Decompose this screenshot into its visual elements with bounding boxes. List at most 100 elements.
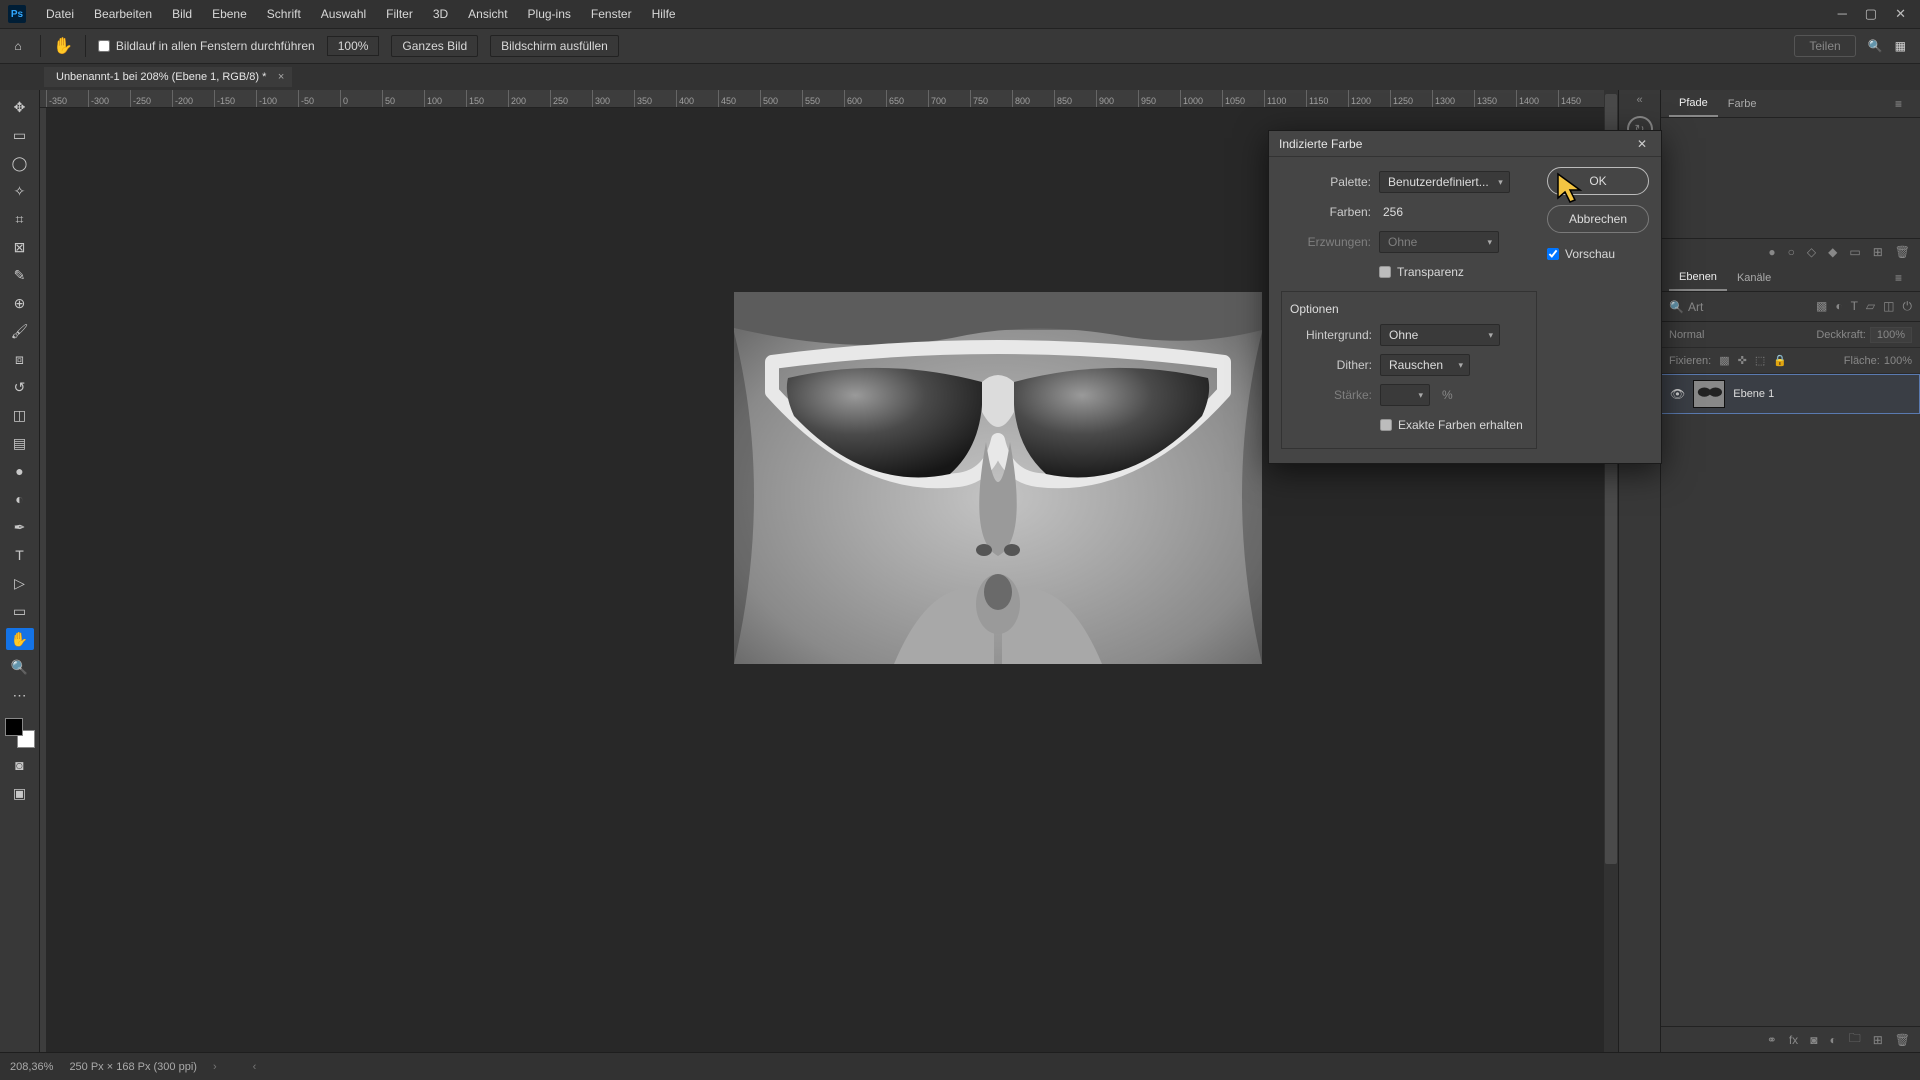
lock-pixels-icon[interactable]: ▩ xyxy=(1719,354,1729,367)
make-workpath-icon[interactable]: ◆ xyxy=(1828,245,1837,259)
crop-tool-icon[interactable]: ⌗ xyxy=(6,208,34,230)
lock-position-icon[interactable]: ✜ xyxy=(1738,354,1747,367)
menu-ansicht[interactable]: Ansicht xyxy=(458,1,517,27)
hand-tool-icon[interactable]: ✋ xyxy=(6,628,34,650)
eyedropper-tool-icon[interactable]: ✎ xyxy=(6,264,34,286)
tab-channels[interactable]: Kanäle xyxy=(1727,266,1781,290)
close-icon[interactable]: ✕ xyxy=(1633,135,1651,153)
frame-tool-icon[interactable]: ⊠ xyxy=(6,236,34,258)
fill-path-icon[interactable]: ● xyxy=(1768,245,1775,259)
preview-checkbox[interactable]: Vorschau xyxy=(1547,247,1649,261)
menu-filter[interactable]: Filter xyxy=(376,1,423,27)
close-icon[interactable]: ✕ xyxy=(1895,6,1906,22)
mask-icon[interactable]: ▭ xyxy=(1849,245,1860,259)
doc-info[interactable]: 250 Px × 168 Px (300 ppi) xyxy=(69,1061,197,1073)
share-button[interactable]: Teilen xyxy=(1794,35,1855,57)
layer-filter-type[interactable]: 🔍 Art xyxy=(1669,300,1703,314)
menu-fenster[interactable]: Fenster xyxy=(581,1,642,27)
menu-ebene[interactable]: Ebene xyxy=(202,1,257,27)
fill-screen-button[interactable]: Bildschirm ausfüllen xyxy=(490,35,619,57)
layer-row[interactable]: 👁 Ebene 1 xyxy=(1661,374,1920,414)
fill-value[interactable]: 100% xyxy=(1884,355,1912,367)
tab-color[interactable]: Farbe xyxy=(1718,92,1767,116)
lock-artboard-icon[interactable]: ⬚ xyxy=(1755,354,1765,367)
link-layers-icon[interactable]: ⚭ xyxy=(1767,1033,1777,1047)
lasso-tool-icon[interactable]: ◯ xyxy=(6,152,34,174)
eraser-tool-icon[interactable]: ◫ xyxy=(6,404,34,426)
adjustment-icon[interactable]: ◐ xyxy=(1829,1033,1836,1047)
doc-info-menu-icon[interactable]: › xyxy=(213,1061,217,1073)
search-icon[interactable]: 🔍 xyxy=(1868,39,1883,53)
dither-select[interactable]: Rauschen xyxy=(1380,354,1470,376)
filter-shape-icon[interactable]: ▱ xyxy=(1866,299,1875,314)
history-brush-tool-icon[interactable]: ↺ xyxy=(6,376,34,398)
scroll-left-icon[interactable]: ‹ xyxy=(253,1061,257,1073)
tab-paths[interactable]: Pfade xyxy=(1669,91,1718,117)
gradient-tool-icon[interactable]: ▤ xyxy=(6,432,34,454)
scroll-all-checkbox[interactable]: Bildlauf in allen Fenstern durchführen xyxy=(98,39,315,53)
panel-menu-icon[interactable]: ≡ xyxy=(1885,265,1912,291)
menu-hilfe[interactable]: Hilfe xyxy=(642,1,686,27)
colors-value[interactable]: 256 xyxy=(1379,205,1403,219)
dodge-tool-icon[interactable]: ◐ xyxy=(6,488,34,510)
color-swatches[interactable] xyxy=(5,718,35,748)
zoom-value[interactable]: 100% xyxy=(327,36,380,56)
menu-auswahl[interactable]: Auswahl xyxy=(311,1,376,27)
palette-select[interactable]: Benutzerdefiniert... xyxy=(1379,171,1510,193)
delete-path-icon[interactable]: 🗑 xyxy=(1895,245,1910,259)
background-select[interactable]: Ohne xyxy=(1380,324,1500,346)
filter-smart-icon[interactable]: ◫ xyxy=(1883,299,1894,314)
zoom-status[interactable]: 208,36% xyxy=(10,1061,53,1073)
dialog-title-bar[interactable]: Indizierte Farbe ✕ xyxy=(1269,131,1661,157)
new-path-icon[interactable]: ⊞ xyxy=(1873,245,1883,259)
expand-panels-icon[interactable]: « xyxy=(1636,94,1642,106)
tab-layers[interactable]: Ebenen xyxy=(1669,265,1727,291)
close-tab-icon[interactable]: × xyxy=(278,71,284,83)
panel-menu-icon[interactable]: ≡ xyxy=(1885,91,1912,117)
load-selection-icon[interactable]: ◇ xyxy=(1807,245,1816,259)
type-tool-icon[interactable]: T xyxy=(6,544,34,566)
group-icon[interactable]: 🗀 xyxy=(1849,1029,1861,1050)
lock-all-icon[interactable]: 🔒 xyxy=(1773,354,1787,367)
marquee-tool-icon[interactable]: ▭ xyxy=(6,124,34,146)
mask-icon[interactable]: ◙ xyxy=(1810,1033,1817,1047)
ok-button[interactable]: OK xyxy=(1547,167,1649,195)
edit-toolbar-icon[interactable]: ⋯ xyxy=(6,684,34,706)
minimize-icon[interactable]: ─ xyxy=(1838,6,1847,22)
path-select-tool-icon[interactable]: ▷ xyxy=(6,572,34,594)
layer-thumbnail[interactable] xyxy=(1693,380,1725,408)
menu-3d[interactable]: 3D xyxy=(423,1,458,27)
filter-pixel-icon[interactable]: ▩ xyxy=(1816,299,1827,314)
cancel-button[interactable]: Abbrechen xyxy=(1547,205,1649,233)
move-tool-icon[interactable]: ✥ xyxy=(6,96,34,118)
menu-bearbeiten[interactable]: Bearbeiten xyxy=(84,1,162,27)
pen-tool-icon[interactable]: ✒ xyxy=(6,516,34,538)
blur-tool-icon[interactable]: ● xyxy=(6,460,34,482)
filter-toggle-icon[interactable]: ⏻ xyxy=(1903,299,1913,314)
wand-tool-icon[interactable]: ✧ xyxy=(6,180,34,202)
delete-layer-icon[interactable]: 🗑 xyxy=(1895,1033,1910,1047)
maximize-icon[interactable]: ▢ xyxy=(1865,6,1877,22)
fx-icon[interactable]: fx xyxy=(1789,1033,1798,1047)
home-icon[interactable]: ⌂ xyxy=(8,36,28,56)
menu-schrift[interactable]: Schrift xyxy=(257,1,311,27)
menu-plug-ins[interactable]: Plug-ins xyxy=(518,1,581,27)
shape-tool-icon[interactable]: ▭ xyxy=(6,600,34,622)
blend-mode-select[interactable]: Normal xyxy=(1669,329,1704,341)
document-tab[interactable]: Unbenannt-1 bei 208% (Ebene 1, RGB/8) * … xyxy=(44,67,292,87)
heal-tool-icon[interactable]: ⊕ xyxy=(6,292,34,314)
new-layer-icon[interactable]: ⊞ xyxy=(1873,1033,1883,1047)
stroke-path-icon[interactable]: ○ xyxy=(1788,245,1795,259)
menu-bild[interactable]: Bild xyxy=(162,1,202,27)
filter-adjust-icon[interactable]: ◐ xyxy=(1835,299,1842,314)
menu-datei[interactable]: Datei xyxy=(36,1,84,27)
opacity-value[interactable]: 100% xyxy=(1870,327,1912,343)
hand-tool-icon[interactable]: ✋ xyxy=(53,36,73,56)
filter-type-icon[interactable]: T xyxy=(1851,299,1858,314)
quickmask-icon[interactable]: ◙ xyxy=(6,754,34,776)
brush-tool-icon[interactable]: 🖌 xyxy=(6,320,34,342)
fit-whole-button[interactable]: Ganzes Bild xyxy=(391,35,478,57)
zoom-tool-icon[interactable]: 🔍 xyxy=(6,656,34,678)
workspace-icon[interactable]: ▦ xyxy=(1895,39,1906,53)
foreground-color-swatch[interactable] xyxy=(5,718,23,736)
